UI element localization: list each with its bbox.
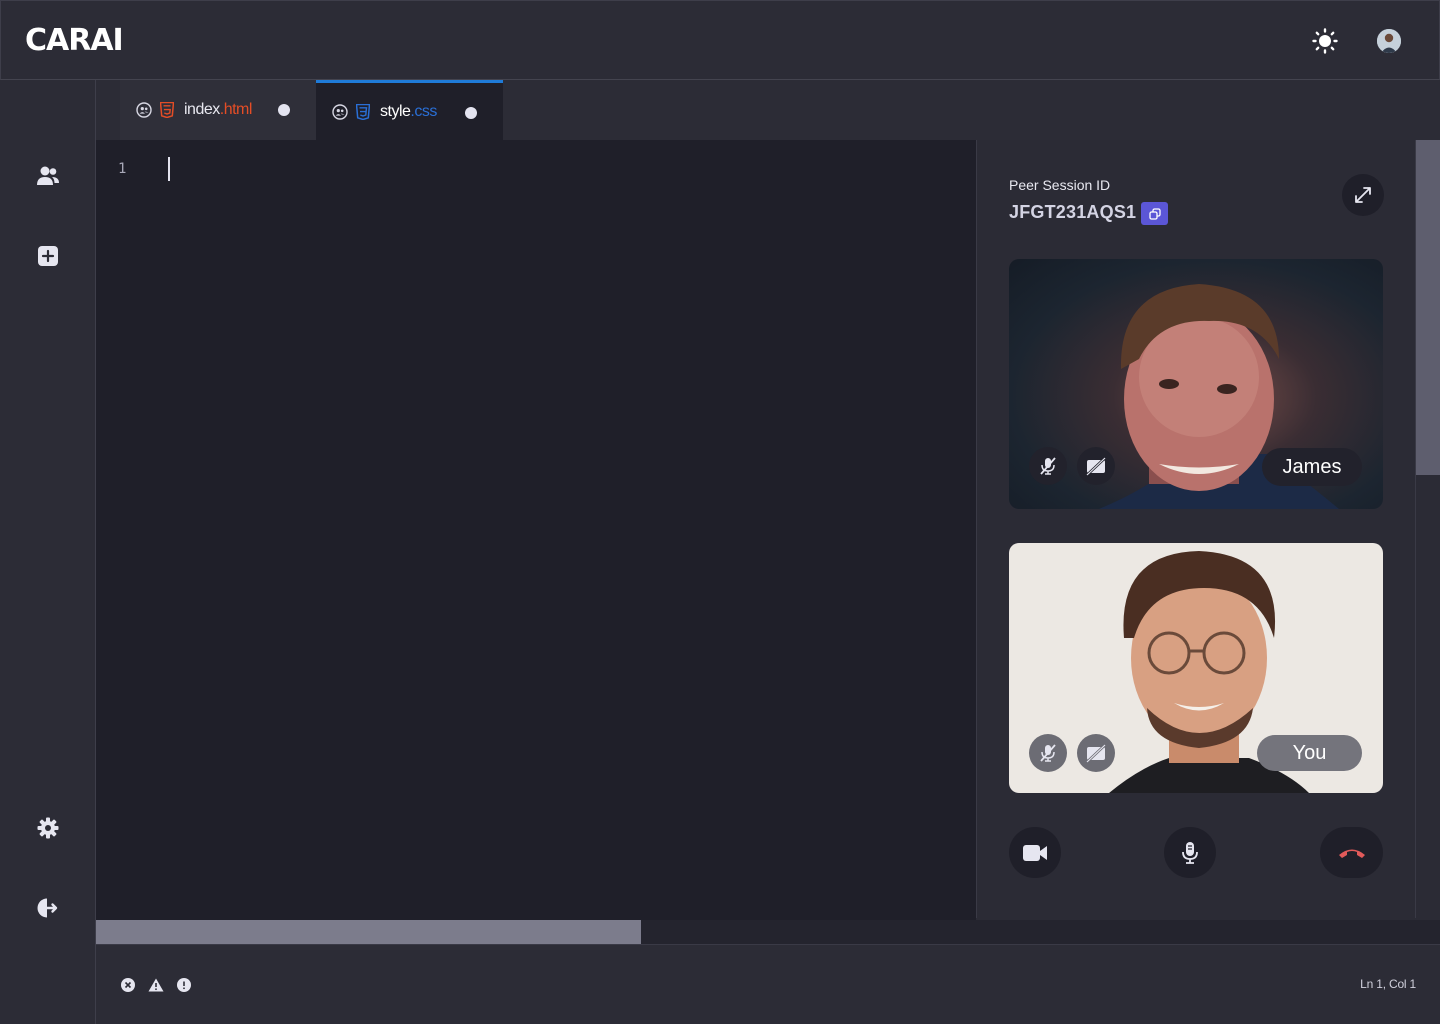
end-call-button[interactable] — [1320, 827, 1383, 878]
unsaved-dot — [278, 104, 290, 116]
participant-name: You — [1257, 735, 1362, 771]
plus-square-icon — [38, 246, 58, 266]
errors-indicator[interactable] — [120, 977, 136, 993]
settings-button[interactable] — [28, 808, 68, 848]
file-tab-bar: index.html style.css — [96, 80, 1440, 140]
tab-style-css[interactable]: style.css — [316, 80, 503, 140]
tab-filename: index.html — [184, 101, 252, 118]
info-icon — [177, 978, 191, 992]
info-indicator[interactable] — [176, 977, 192, 993]
video-tile-james: James — [1009, 259, 1383, 509]
error-icon — [121, 978, 135, 992]
top-bar: CARAI — [0, 0, 1440, 80]
html5-icon — [160, 102, 174, 118]
self-camera-off-button[interactable] — [1077, 734, 1115, 772]
css3-icon — [356, 103, 370, 120]
copy-icon — [1148, 207, 1161, 220]
remote-camera-off-button[interactable] — [1077, 447, 1115, 485]
mic-off-icon — [1040, 744, 1056, 762]
participant-name: James — [1262, 448, 1362, 486]
horizontal-scrollbar[interactable] — [96, 920, 1440, 944]
video-tile-you: You — [1009, 543, 1383, 793]
sun-icon — [1312, 28, 1338, 54]
copy-session-id-button[interactable] — [1141, 202, 1168, 225]
user-avatar[interactable] — [1377, 29, 1401, 53]
expand-panel-button[interactable] — [1342, 174, 1384, 216]
toggle-microphone-button[interactable] — [1164, 827, 1216, 878]
avatar-image — [1377, 29, 1401, 53]
tab-filename: style.css — [380, 102, 437, 120]
toggle-camera-button[interactable] — [1009, 827, 1061, 878]
session-id: JFGT231AQS1 — [1009, 202, 1137, 222]
collaborators-button[interactable] — [28, 156, 68, 196]
mic-off-icon — [1040, 457, 1056, 475]
code-editor[interactable]: 1 — [96, 140, 976, 920]
users-icon — [37, 166, 59, 185]
theme-toggle-button[interactable] — [1309, 25, 1341, 57]
new-file-button[interactable] — [28, 236, 68, 276]
gear-icon — [37, 817, 59, 839]
tab-index-html[interactable]: index.html — [120, 80, 316, 140]
remote-mic-off-button[interactable] — [1029, 447, 1067, 485]
status-bar: Ln 1, Col 1 — [96, 944, 1440, 1024]
expand-arrows-icon — [1355, 187, 1371, 203]
self-mic-off-button[interactable] — [1029, 734, 1067, 772]
shared-users-icon — [332, 103, 348, 120]
line-number: 1 — [118, 161, 127, 177]
horizontal-scrollbar-thumb[interactable] — [96, 920, 641, 944]
logout-icon — [37, 897, 59, 919]
cursor-position[interactable]: Ln 1, Col 1 — [1360, 977, 1416, 991]
app-window: CARAI index.html style.css 1 Peer Sessio… — [0, 0, 1440, 1024]
peer-session-panel: Peer Session ID JFGT231AQS1 James You — [976, 140, 1416, 918]
vertical-scrollbar[interactable] — [1416, 140, 1440, 920]
camera-off-icon — [1086, 744, 1106, 763]
unsaved-dot — [465, 107, 477, 119]
sidebar — [0, 80, 96, 1024]
video-camera-icon — [1023, 844, 1047, 861]
text-cursor — [168, 157, 170, 181]
microphone-icon — [1182, 841, 1198, 864]
vertical-scrollbar-thumb[interactable] — [1416, 140, 1440, 475]
shared-users-icon — [136, 102, 152, 118]
warning-icon — [148, 978, 164, 992]
camera-off-icon — [1086, 457, 1106, 476]
logout-button[interactable] — [28, 888, 68, 928]
hang-up-icon — [1338, 849, 1365, 858]
app-logo: CARAI — [25, 23, 124, 58]
warnings-indicator[interactable] — [148, 977, 164, 993]
session-label: Peer Session ID — [1009, 177, 1111, 193]
